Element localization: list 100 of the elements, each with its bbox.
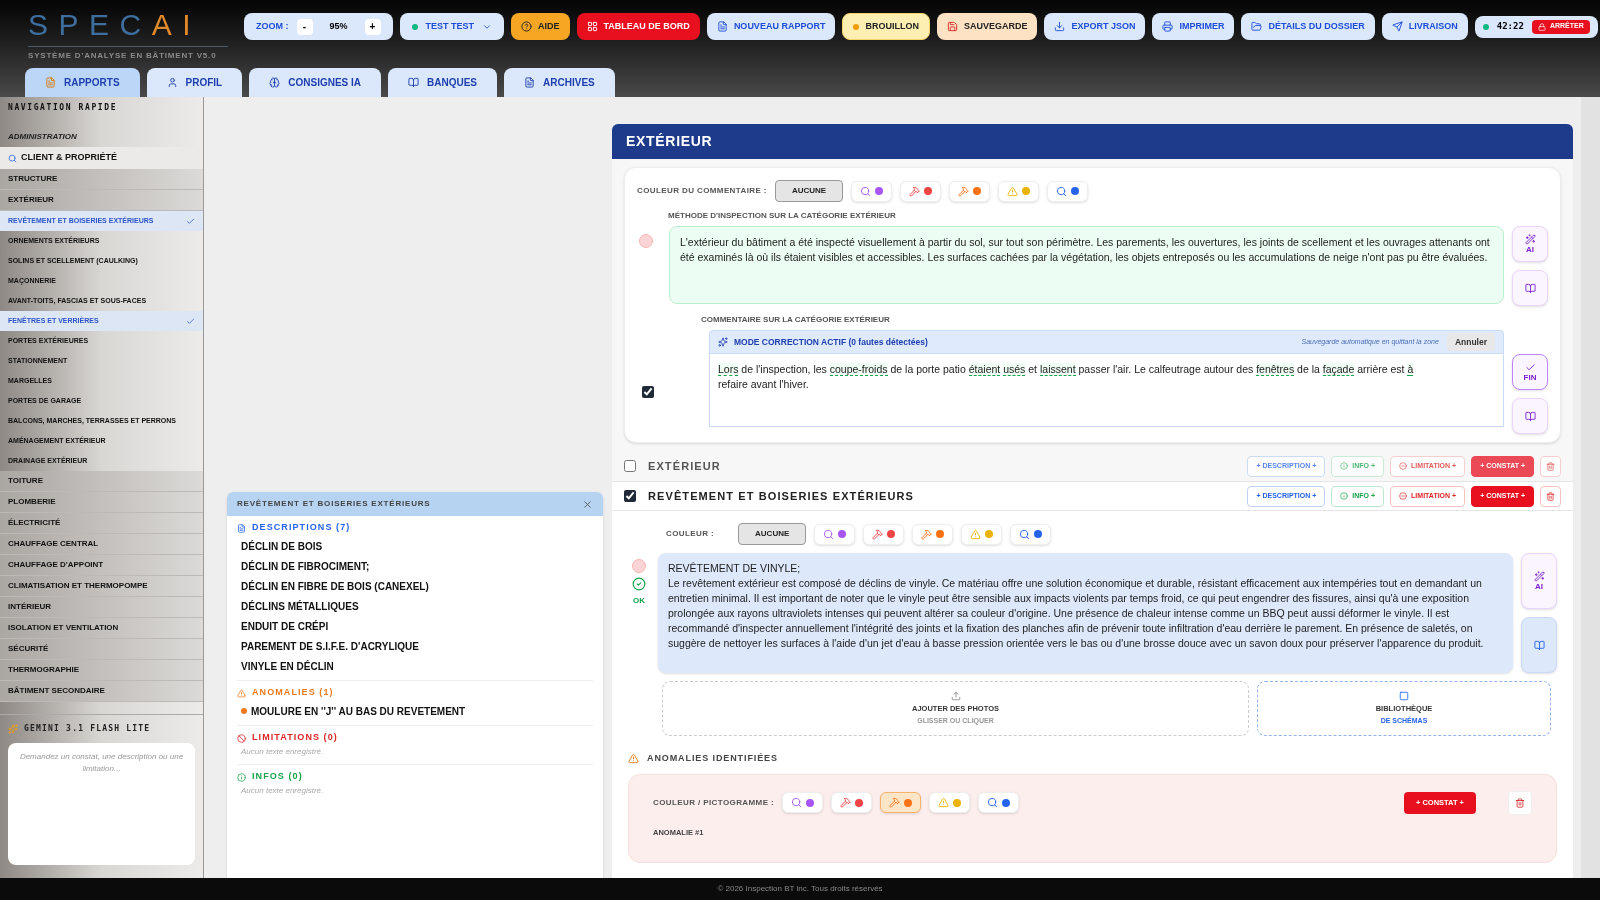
library-entry[interactable]: MOULURE EN ''J'' AU BAS DU REVETEMENT: [237, 701, 593, 721]
nav-tab[interactable]: PROFIL: [146, 68, 243, 97]
sidebar-item[interactable]: INTÉRIEUR: [0, 597, 203, 618]
assistant-input[interactable]: Demandez un constat, une description ou une limitation...: [8, 743, 195, 865]
comment-run: de la: [1297, 363, 1320, 375]
comment-run: passer l'air. Le calfeutrage autour des: [1078, 363, 1254, 375]
delete-button[interactable]: [1540, 485, 1561, 507]
field-label: COMMENTAIRE SUR LA CATÉGORIE EXTÉRIEUR: [701, 314, 891, 326]
page-title: EXTÉRIEUR: [626, 132, 713, 151]
toolbar-button[interactable]: SAUVEGARDE: [936, 13, 1038, 40]
method-text[interactable]: L'extérieur du bâtiment a été inspecté visuellement à partir du sol, sur tout son périmètre. Les parements, les ouvertures, les joints de scellement et les ouvrages attenants ont été examinés là où ils étaient visibles et accessibles. Les surfaces cachées par la végétation, les objets entreposés ou les accumulations de neige n'ont pas pu être évaluées.: [669, 226, 1504, 304]
warning-icon: [628, 753, 639, 765]
library-button[interactable]: [1512, 270, 1548, 306]
app-subtitle: SYSTÈME D'ANALYSE EN BÂTIMENT V5.0: [28, 50, 218, 62]
comment-text[interactable]: Lors de l'inspection, les coupe-froids de la porte patio étaient usés et laissent passer l'air. Le calfeutrage autour des fenêtres de la façade arrière est à refaire avant l'hiver.: [709, 354, 1504, 427]
library-entry[interactable]: DÉCLINS MÉTALLIQUES: [237, 596, 593, 616]
hammer-icon: [909, 185, 921, 197]
finish-button[interactable]: FIN: [1512, 354, 1548, 390]
nav-tab[interactable]: BANQUES: [388, 68, 498, 97]
comment-checkbox[interactable]: [642, 386, 654, 398]
close-button[interactable]: [582, 498, 593, 510]
flagged-word: façade: [1322, 363, 1355, 376]
sidebar-item[interactable]: CLIMATISATION ET THERMOPOMPE: [0, 576, 203, 597]
info-icon: [237, 772, 246, 782]
magnifier-icon: [791, 797, 803, 808]
ai-button[interactable]: AI: [1512, 226, 1548, 262]
library-entry[interactable]: DÉCLIN EN FIBRE DE BOIS (CANEXEL): [237, 576, 593, 596]
check-icon: [186, 316, 195, 326]
sidebar-item[interactable]: STRUCTURE: [0, 169, 203, 190]
delete-button[interactable]: [1540, 455, 1561, 477]
trash-icon: [1546, 491, 1555, 501]
ai-button[interactable]: AI: [1521, 553, 1557, 609]
magic-wand-icon: [1533, 571, 1545, 582]
hammer-icon: [958, 185, 970, 197]
sidebar-item[interactable]: CHAUFFAGE D'APPOINT: [0, 555, 203, 576]
document-icon: [237, 523, 246, 533]
scrollbar-track[interactable]: [1581, 97, 1600, 878]
sidebar-item[interactable]: SÉCURITÉ: [0, 639, 203, 660]
sidebar-item[interactable]: ÉLECTRICITÉ: [0, 513, 203, 534]
sidebar-item[interactable]: BÂTIMENT SECONDAIRE: [0, 681, 203, 702]
folder-icon: [1251, 21, 1263, 32]
download-icon: [1054, 21, 1066, 32]
toolbar-button[interactable]: BROUILLON: [842, 13, 930, 40]
nav-tab[interactable]: RAPPORTS: [25, 68, 140, 97]
search-icon: [8, 153, 17, 163]
color-option[interactable]: [880, 792, 922, 813]
sparkle-icon: [718, 337, 728, 347]
user-select[interactable]: TEST TEST: [399, 13, 504, 40]
library-entry[interactable]: VINYLE EN DÉCLIN: [237, 656, 593, 676]
toolbar-button[interactable]: DÉTAILS DU DOSSIER: [1241, 13, 1375, 40]
library-entry[interactable]: ENDUIT DE CRÉPI: [237, 616, 593, 636]
comment-run: et: [1028, 363, 1038, 375]
toolbar-button[interactable]: IMPRIMER: [1152, 13, 1235, 40]
section-title: ANOMALIES (1): [252, 686, 334, 700]
warning-icon: [970, 528, 982, 540]
magnifier-icon: [823, 528, 835, 540]
nav-tab[interactable]: ARCHIVES: [504, 68, 615, 97]
check-icon: [1524, 362, 1536, 373]
description-text[interactable]: REVÊTEMENT DE VINYLE; Le revêtement extérieur est composé de déclins de vinyle. Ce matériau offre une solution économique et durable, résistant efficacement aux intempéries tout en demandant un entretien minimal. Il est important de noter que le vinyle peut être sensible aux impacts violents par temps froid, ce qui peut engendrer des fissures, ainsi qu'à une exposition prolongée aux rayons ultraviolets intenses qui peuvent altérer sa couleur d'origine. Une présence de chaleur intense comme un BBQ peut aussi déformer le vinyle. Il est recommandé d'inspecter annuellement l'intégrité des joints et la fixation des planches afin de prévenir toute infiltration d'eau derrière le parement. En présence de saletés, on suggère de nettoyer les surfaces à l'aide d'un jet d'eau à basse pression orientée vers le bas ou d'une brosse douce avec un savon doux pour préserver l'apparence du produit.: [658, 553, 1513, 673]
minus-circle-icon: [1399, 462, 1408, 470]
book-icon: [1524, 410, 1536, 422]
sidebar-item[interactable]: PLOMBERIE: [0, 492, 203, 513]
toolbar-button[interactable]: AIDE: [511, 13, 570, 40]
none-color-option[interactable]: AUCUNE: [738, 523, 807, 545]
sidebar-item[interactable]: TOITURE: [0, 471, 203, 492]
printer-icon: [1162, 21, 1174, 32]
sidebar-item[interactable]: CHAUFFAGE CENTRAL: [0, 534, 203, 555]
section-checkbox[interactable]: [624, 490, 636, 502]
section-checkbox[interactable]: [624, 460, 636, 472]
toolbar-button[interactable]: EXPORT JSON: [1044, 13, 1146, 40]
sidebar-item[interactable]: ISOLATION ET VENTILATION: [0, 618, 203, 639]
library-button[interactable]: [1512, 398, 1548, 434]
zoom-in-button[interactable]: +: [364, 18, 381, 35]
upload-icon: [950, 690, 961, 701]
sidebar-item[interactable]: EXTÉRIEUR: [0, 190, 203, 211]
ok-label: OK: [633, 595, 645, 607]
close-icon: [582, 498, 593, 510]
comment-run: arrière est: [1357, 363, 1405, 375]
toolbar-button[interactable]: NOUVEAU RAPPORT: [706, 13, 836, 40]
flagged-word: laissent: [1039, 363, 1076, 376]
hammer-icon: [872, 528, 884, 540]
color-label: COULEUR DU COMMENTAIRE :: [637, 185, 767, 197]
prohibited-icon: [237, 733, 246, 743]
check-circle-icon: [632, 577, 646, 591]
zoom-value: 95%: [328, 19, 349, 33]
flagged-word: usés: [1003, 363, 1026, 376]
library-entry[interactable]: DÉCLIN DE BOIS: [237, 536, 593, 556]
sidebar-item[interactable]: THERMOGRAPHIE: [0, 660, 203, 681]
library-entry[interactable]: DÉCLIN DE FIBROCIMENT;: [237, 556, 593, 576]
zoom-out-button[interactable]: -: [296, 18, 313, 35]
brain-icon: [269, 77, 281, 88]
library-entry[interactable]: PAREMENT DE S.I.F.E. D'ACRYLIQUE: [237, 636, 593, 656]
cancel-button[interactable]: Annuler: [1446, 333, 1495, 351]
help-icon: [521, 21, 532, 32]
toolbar-button[interactable]: LIVRAISON: [1381, 13, 1468, 40]
none-color-option[interactable]: AUCUNE: [774, 180, 844, 202]
correction-status: MODE CORRECTION ACTIF (0 fautes détectées): [734, 335, 928, 349]
nav-tab[interactable]: CONSIGNES IA: [249, 68, 382, 97]
toolbar-button[interactable]: TABLEAU DE BORD: [576, 13, 700, 40]
info-icon: [1340, 462, 1349, 470]
